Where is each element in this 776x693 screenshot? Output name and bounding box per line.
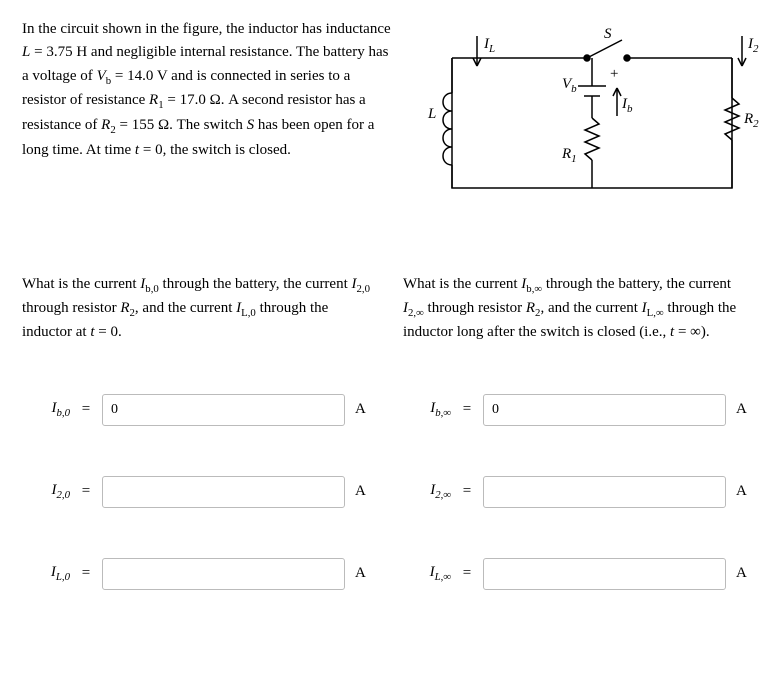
unit-Ib0: A xyxy=(355,401,373,418)
input-group-Ibinf: Ib,∞ = A xyxy=(403,394,754,426)
label-ILinf: IL,∞ xyxy=(403,564,451,583)
question-tinf: What is the current Ib,∞ through the bat… xyxy=(403,273,754,344)
label-IL0: IL,0 xyxy=(22,564,70,583)
svg-text:S: S xyxy=(604,26,612,42)
svg-text:R2: R2 xyxy=(743,111,759,130)
unit-I2inf: A xyxy=(736,483,754,500)
question-t0: What is the current Ib,0 through the bat… xyxy=(22,273,373,344)
input-group-I20: I2,0 = A xyxy=(22,476,373,508)
svg-text:I2: I2 xyxy=(747,36,759,55)
label-I20: I2,0 xyxy=(22,482,70,501)
circuit-figure: IL I2 Ib S Vb + L R1 R2 xyxy=(422,18,762,223)
input-Ibinf[interactable] xyxy=(483,394,726,426)
svg-text:R1: R1 xyxy=(561,146,577,165)
svg-text:+: + xyxy=(610,66,618,82)
svg-text:Ib: Ib xyxy=(621,96,633,115)
input-group-IL0: IL,0 = A xyxy=(22,558,373,590)
svg-text:L: L xyxy=(427,106,436,122)
unit-IL0: A xyxy=(355,565,373,582)
unit-ILinf: A xyxy=(736,565,754,582)
input-IL0[interactable] xyxy=(102,558,345,590)
svg-text:Vb: Vb xyxy=(562,76,577,95)
input-I20[interactable] xyxy=(102,476,345,508)
input-group-ILinf: IL,∞ = A xyxy=(403,558,754,590)
unit-Ibinf: A xyxy=(736,401,754,418)
svg-text:IL: IL xyxy=(483,36,495,55)
unit-I20: A xyxy=(355,483,373,500)
input-ILinf[interactable] xyxy=(483,558,726,590)
label-Ibinf: Ib,∞ xyxy=(403,400,451,419)
input-I2inf[interactable] xyxy=(483,476,726,508)
label-I2inf: I2,∞ xyxy=(403,482,451,501)
input-group-Ib0: Ib,0 = A xyxy=(22,394,373,426)
input-group-I2inf: I2,∞ = A xyxy=(403,476,754,508)
problem-intro: In the circuit shown in the figure, the … xyxy=(22,18,392,223)
input-Ib0[interactable] xyxy=(102,394,345,426)
label-Ib0: Ib,0 xyxy=(22,400,70,419)
